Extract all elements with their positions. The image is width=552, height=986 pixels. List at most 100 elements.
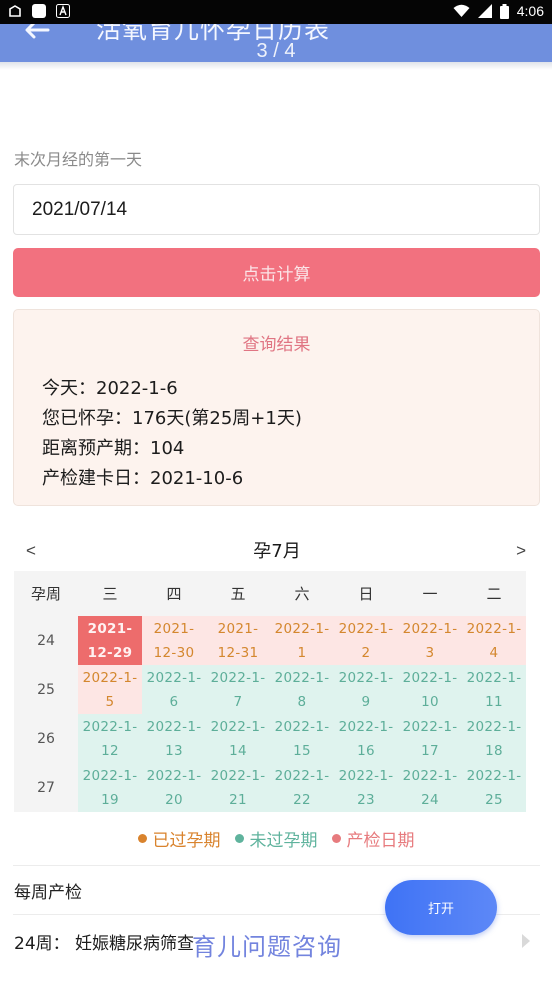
calendar-day-cell[interactable]: 2022-1- 24: [398, 763, 462, 812]
week-column-header: 孕周: [30, 585, 61, 603]
day-date-line2: 1: [297, 644, 307, 661]
calendar-day-cell[interactable]: 2022-1- 13: [142, 714, 206, 763]
calendar-next-button[interactable]: >: [516, 541, 526, 561]
calendar-day-cell[interactable]: 2021- 12-30: [142, 616, 206, 665]
calendar-day-cell[interactable]: 2022-1- 19: [78, 763, 142, 812]
day-date-line2: 16: [357, 742, 375, 759]
week-number: 25: [14, 665, 78, 714]
chevron-right-icon[interactable]: [520, 933, 532, 949]
day-date-line1: 2021-: [87, 620, 133, 637]
calendar-day-cell[interactable]: 2022-1- 21: [206, 763, 270, 812]
calendar-day-cell[interactable]: 2022-1- 6: [142, 665, 206, 714]
calendar-grid: 孕周三四五六日一二 24 2021- 12-29 2021- 12-30 2021- 12-3…: [14, 571, 526, 812]
status-bar: 4:06: [0, 0, 552, 24]
calendar-day-cell[interactable]: 2022-1- 16: [334, 714, 398, 763]
legend-dot-icon: [234, 834, 244, 843]
day-date-line2: 22: [293, 791, 311, 808]
weekday-header: 四: [166, 585, 182, 603]
result-pregnant-days: 您已怀孕：176天(第25周+1天): [42, 408, 302, 429]
calendar-day-cell[interactable]: 2022-1- 23: [334, 763, 398, 812]
calendar-day-cell[interactable]: 2022-1- 15: [270, 714, 334, 763]
legend-label: 已过孕期: [152, 831, 221, 851]
day-date-line2: 6: [169, 693, 179, 710]
calculate-button[interactable]: 点击计算: [13, 248, 540, 297]
week-number: 27: [14, 763, 78, 812]
day-date-line1: 2022-1-: [402, 620, 458, 637]
consult-promo-text[interactable]: 育儿问题咨询: [192, 927, 342, 962]
day-date-line2: 12: [101, 742, 119, 759]
weekday-header: 一: [422, 585, 438, 603]
day-date-line1: 2022-1-: [274, 767, 330, 784]
day-date-line2: 24: [421, 791, 439, 808]
day-date-line1: 2022-1-: [338, 718, 394, 735]
calendar-day-cell[interactable]: 2022-1- 8: [270, 665, 334, 714]
last-period-label: 末次月经的第一天: [14, 150, 143, 169]
calendar-day-cell[interactable]: 2021- 12-29: [78, 616, 142, 665]
calendar-day-cell[interactable]: 2022-1- 1: [270, 616, 334, 665]
calendar-day-cell[interactable]: 2022-1- 18: [462, 714, 526, 763]
day-date-line2: 8: [297, 693, 307, 710]
legend-dot-icon: [331, 834, 341, 843]
day-date-line1: 2022-1-: [210, 718, 266, 735]
calendar-header-row: 孕周 三 四 五 六 日 一 二: [14, 571, 526, 616]
legend-item: 产检日期: [331, 826, 415, 851]
calendar-day-cell[interactable]: 2022-1- 14: [206, 714, 270, 763]
header-shadow: [0, 62, 552, 70]
day-date-line1: 2021-: [153, 620, 195, 637]
last-period-date-input[interactable]: [13, 184, 540, 235]
day-date-line1: 2022-1-: [466, 767, 522, 784]
result-card: 查询结果 今天：2022-1-6 您已怀孕：176天(第25周+1天) 距离预产…: [13, 309, 540, 506]
calendar-day-cell[interactable]: 2022-1- 12: [78, 714, 142, 763]
day-date-line2: 7: [233, 693, 243, 710]
legend-dot-icon: [137, 834, 147, 843]
weekday-header: 六: [294, 585, 310, 603]
calendar-day-cell[interactable]: 2022-1- 2: [334, 616, 398, 665]
day-date-line2: 10: [421, 693, 439, 710]
day-date-line2: 4: [489, 644, 499, 661]
day-date-line1: 2022-1-: [274, 620, 330, 637]
app-a-icon: [56, 4, 70, 18]
day-date-line2: 11: [485, 693, 503, 710]
calendar-day-cell[interactable]: 2022-1- 4: [462, 616, 526, 665]
calendar-day-cell[interactable]: 2022-1- 17: [398, 714, 462, 763]
day-date-line2: 12-30: [153, 644, 195, 661]
notification-icon: [9, 5, 21, 17]
calendar-day-cell[interactable]: 2022-1- 20: [142, 763, 206, 812]
weekday-header: 五: [230, 585, 246, 603]
signal-icon: [477, 4, 492, 18]
calendar-day-cell[interactable]: 2022-1- 9: [334, 665, 398, 714]
weekday-header: 三: [102, 585, 118, 603]
calendar-day-cell[interactable]: 2021- 12-31: [206, 616, 270, 665]
carousel-pager: 3 / 4: [256, 40, 296, 62]
calendar-day-cell[interactable]: 2022-1- 3: [398, 616, 462, 665]
calendar-day-cell[interactable]: 2022-1- 7: [206, 665, 270, 714]
day-date-line2: 17: [421, 742, 439, 759]
legend-label: 未过孕期: [249, 831, 318, 851]
result-checkup-card-date: 产检建卡日：2021-10-6: [42, 468, 244, 489]
day-date-line1: 2022-1-: [466, 718, 522, 735]
day-date-line2: 12-29: [87, 644, 133, 661]
day-date-line1: 2022-1-: [274, 718, 330, 735]
day-date-line1: 2022-1-: [402, 718, 458, 735]
calendar-day-cell[interactable]: 2022-1- 11: [462, 665, 526, 714]
weekday-header: 日: [358, 585, 374, 603]
day-date-line1: 2022-1-: [146, 718, 202, 735]
calendar-day-cell[interactable]: 2022-1- 22: [270, 763, 334, 812]
checkup-list-item[interactable]: 24周： 妊娠糖尿病筛查: [14, 929, 194, 954]
status-bar-left: [8, 3, 70, 19]
day-date-line1: 2022-1-: [338, 669, 394, 686]
day-date-line2: 9: [361, 693, 371, 710]
calendar-day-cell[interactable]: 2022-1- 25: [462, 763, 526, 812]
status-time: 4:06: [516, 3, 544, 19]
calendar-day-cell[interactable]: 2022-1- 10: [398, 665, 462, 714]
day-date-line2: 12-31: [217, 644, 259, 661]
calendar-day-cell[interactable]: 2022-1- 5: [78, 665, 142, 714]
day-date-line1: 2022-1-: [466, 669, 522, 686]
day-date-line2: 14: [229, 742, 247, 759]
open-button[interactable]: 打开: [385, 880, 497, 935]
weekly-checkup-title: 每周产检: [14, 883, 82, 903]
day-date-line2: 20: [165, 791, 183, 808]
result-today: 今天：2022-1-6: [42, 378, 178, 399]
calendar-week-row: 24 2021- 12-29 2021- 12-30 2021- 12-31 2022-1- 1…: [14, 616, 526, 665]
app-square-icon: [32, 4, 46, 18]
